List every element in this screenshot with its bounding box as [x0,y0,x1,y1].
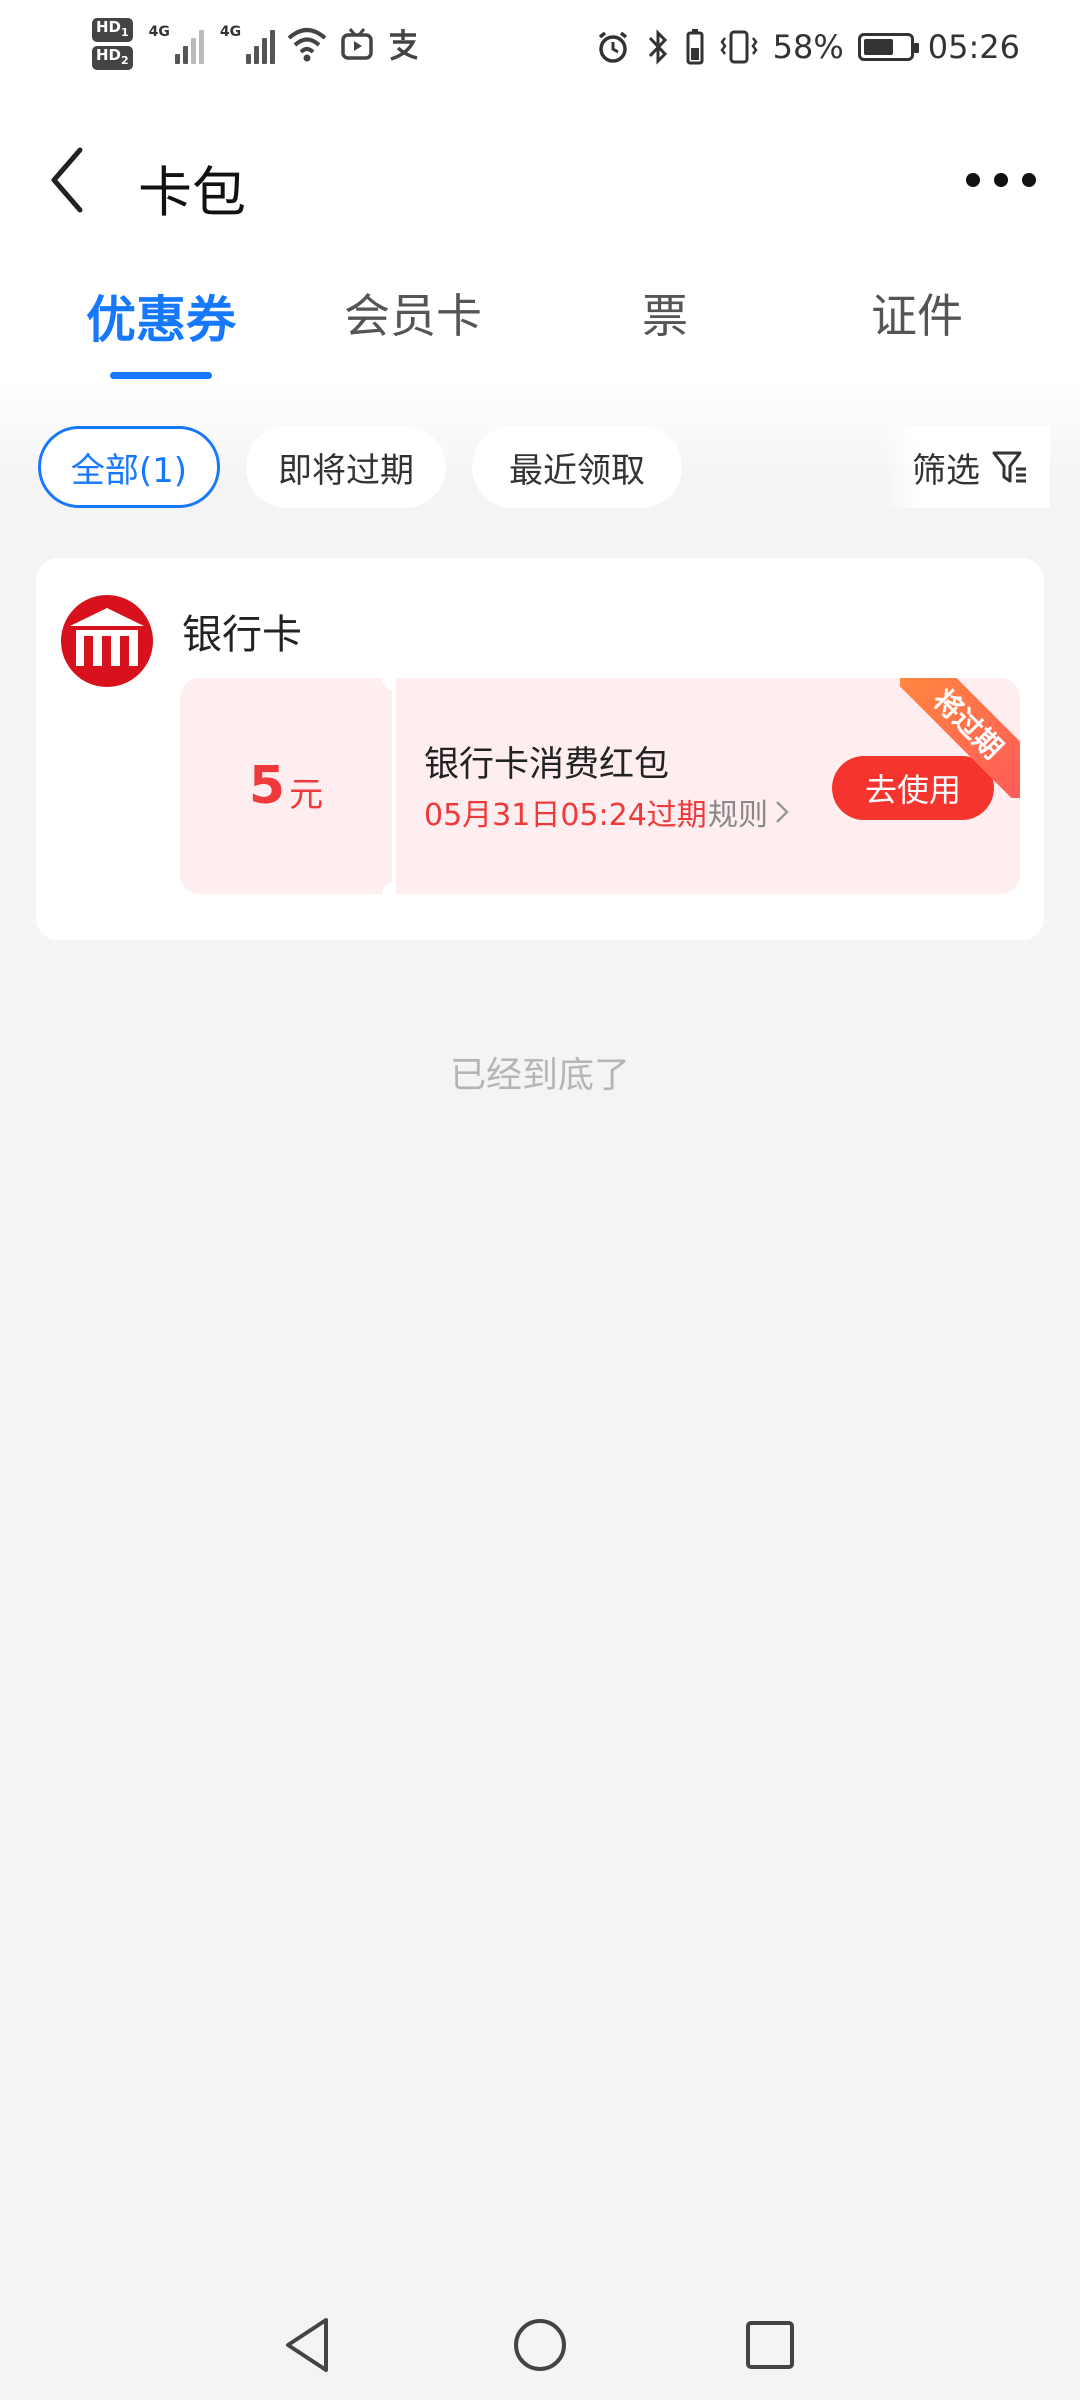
coupon-title: 银行卡消费红包 [424,745,670,785]
signal-bar [262,38,268,64]
signal-2-icon: 4G [219,24,276,64]
battery-level [863,39,893,55]
hd1-badge: HD1 [92,18,133,42]
bank-logo-icon [61,595,153,687]
signal-bar [174,54,180,64]
nav-recents-icon[interactable] [735,2310,805,2380]
expiring-ribbon: 将过期 [900,678,1020,798]
net1-label: 4G [148,24,170,40]
chevron-right-icon [776,801,789,823]
status-left: HD1 HD2 4G 4G [92,18,421,70]
coupon-amount: 5 [248,756,286,816]
coupon-amount-unit: 元 [289,774,324,815]
card-name: 银行卡 [182,612,302,658]
tab-bar: 优惠券 会员卡 票 证件 [0,280,1080,390]
coupon-rules-link[interactable]: 规则 [708,790,792,834]
coupon-body: 银行卡消费红包 05月31日05:24过期 规则 去使用 将过期 [396,678,1020,894]
system-nav-bar [0,2290,1080,2400]
signal-bar [198,30,204,64]
tab-tickets[interactable]: 票 [540,280,790,346]
hd1-text: HD [96,18,122,36]
tab-member-cards[interactable]: 会员卡 [288,280,538,346]
tab-documents[interactable]: 证件 [792,280,1042,346]
battery-percent: 58% [772,28,844,66]
hd2-badge: HD2 [92,46,133,70]
filter-chips: 全部(1) 即将过期 最近领取 筛选 [0,426,1080,508]
coupon[interactable]: 5 元 银行卡消费红包 05月31日05:24过期 规则 去使用 将过期 [180,666,1020,906]
wifi-icon [287,28,327,62]
alipay-icon [390,29,418,61]
nav-home-icon[interactable] [505,2310,575,2380]
chip-expiring-soon[interactable]: 即将过期 [246,426,446,508]
hd2-text: HD [96,46,122,64]
battery-icon [857,33,919,61]
bluetooth-icon [648,29,667,65]
back-button[interactable] [40,140,110,220]
status-bar: HD1 HD2 4G 4G 58% 05:26 [0,0,1080,110]
sim-battery-icon [686,29,704,65]
signal-bar [182,46,188,64]
coupon-rules-label: 规则 [708,798,768,833]
more-options-button[interactable] [966,150,1036,210]
chip-recently-received[interactable]: 最近领取 [472,426,682,508]
clock-time: 05:26 [927,28,1020,66]
end-of-list-text: 已经到底了 [449,1055,630,1096]
coupon-expire-date: 05月31日05:24过期 [424,798,707,833]
hd2-sub: 2 [121,54,129,67]
chevron-left-icon [51,147,83,213]
hd1-sub: 1 [121,26,129,39]
coupon-amount-panel: 5 元 [180,678,392,894]
nav-back-icon[interactable] [274,2310,344,2380]
chip-all[interactable]: 全部(1) [38,426,220,508]
signal-bar [254,46,260,64]
tab-coupons[interactable]: 优惠券 [36,280,286,352]
bank-card-group: 银行卡 5 元 银行卡消费红包 05月31日05:24过期 规则 去使用 将过期 [36,558,1044,940]
signal-bar [246,54,252,64]
signal-bar [190,38,196,64]
hd-stack: HD1 HD2 [92,18,133,70]
filter-icon [992,451,1026,483]
active-tab-indicator [110,372,212,379]
status-right: 58% 05:26 [595,28,1020,66]
net2-label: 4G [219,24,242,40]
page-title: 卡包 [138,161,246,224]
more-dot-icon [966,173,980,187]
filter-label: 筛选 [912,450,980,491]
signal-bar [270,30,276,64]
signal-1-icon: 4G [149,24,204,64]
more-dot-icon [1022,173,1036,187]
vibrate-icon [720,30,758,64]
tv-app-icon [341,28,373,60]
title-bar: 卡包 [0,130,1080,230]
filter-button[interactable]: 筛选 [882,426,1050,508]
alarm-icon [598,31,627,63]
expiring-ribbon-label: 将过期 [900,678,1020,798]
more-dot-icon [994,173,1008,187]
